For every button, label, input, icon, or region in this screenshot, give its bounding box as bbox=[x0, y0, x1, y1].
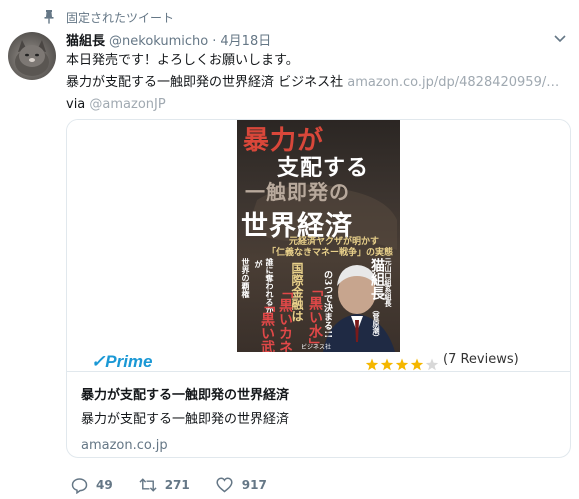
card-title[interactable]: 暴力が支配する一触即発の世界経済 bbox=[81, 384, 556, 403]
reply-count: 49 bbox=[96, 478, 113, 492]
tweet-actions: 49 271 917 bbox=[70, 476, 293, 494]
tweet-book-title: 暴力が支配する一触即発の世界経済 ビジネス社 bbox=[66, 75, 348, 90]
card-description: 暴力が支配する一触即発の世界経済 bbox=[81, 412, 290, 427]
header-separator: · bbox=[212, 34, 217, 49]
pin-icon bbox=[42, 9, 56, 25]
star-icon bbox=[425, 358, 439, 371]
card-domain: amazon.co.jp bbox=[81, 438, 168, 453]
tweet-line-1: 本日発売です！よろしくお願いします。 bbox=[66, 53, 299, 68]
tweet-date[interactable]: 4月18日 bbox=[220, 30, 271, 49]
like-button[interactable]: 917 bbox=[216, 476, 267, 494]
cover-publisher: ビジネス社 bbox=[301, 344, 332, 351]
book-cover: 暴力が 支配する 一触即発の 世界経済 元経済ヤクザが明かす 「仁義なきマネー戦… bbox=[237, 120, 400, 352]
star-icon bbox=[395, 358, 409, 371]
card-image[interactable]: 暴力が 支配する 一触即発の 世界経済 元経済ヤクザが明かす 「仁義なきマネー戦… bbox=[67, 120, 570, 372]
reply-button[interactable]: 49 bbox=[70, 476, 113, 494]
tweet-text: 本日発売です！よろしくお願いします。 暴力が支配する一触即発の世界経済 ビジネス… bbox=[66, 50, 571, 116]
via-mention-link[interactable]: @amazonJP bbox=[89, 97, 165, 112]
review-count: (7 Reviews) bbox=[443, 352, 519, 367]
cover-title-line-3: 一触即発の bbox=[245, 180, 350, 204]
like-icon bbox=[216, 476, 234, 494]
star-rating bbox=[365, 358, 439, 371]
link-card[interactable]: 暴力が 支配する 一触即発の 世界経済 元経済ヤクザが明かす 「仁義なきマネー戦… bbox=[66, 119, 571, 458]
cover-author-reading: （菅原潮） bbox=[372, 306, 381, 341]
reply-icon bbox=[70, 476, 88, 494]
tweet-header: 猫組長 @nekokumicho · 4月18日 bbox=[66, 30, 271, 49]
star-icon bbox=[380, 358, 394, 371]
retweet-count: 271 bbox=[164, 478, 190, 492]
cover-tag-5: の3つで決まる!! bbox=[322, 270, 332, 339]
like-count: 917 bbox=[241, 478, 267, 492]
retweet-icon bbox=[139, 476, 157, 494]
cover-side-text-2: が bbox=[254, 260, 264, 268]
star-icon bbox=[365, 358, 379, 371]
retweet-button[interactable]: 271 bbox=[139, 476, 190, 494]
avatar[interactable] bbox=[8, 32, 56, 80]
author-name[interactable]: 猫組長 bbox=[66, 30, 105, 49]
cover-author-name: 猫組長 bbox=[369, 258, 385, 300]
cover-tag-2: 「黒い武器」 bbox=[259, 298, 275, 352]
tweet-line-3: via @amazonJP bbox=[66, 94, 571, 116]
prime-logo: ✓Prime bbox=[91, 352, 153, 371]
cover-side-text: 世界の覇権 bbox=[241, 258, 251, 298]
amazon-link[interactable]: amazon.co.jp/dp/4828420959/… bbox=[347, 75, 559, 90]
cover-subtitle-2: 「仁義なきマネー戦争」の実態 bbox=[267, 248, 394, 258]
cover-tag-3: 「黒いカネ」 bbox=[277, 284, 293, 352]
card-info[interactable]: 暴力が支配する一触即発の世界経済 暴力が支配する一触即発の世界経済 amazon… bbox=[67, 372, 570, 453]
star-icon bbox=[410, 358, 424, 371]
tweet-line-2: 暴力が支配する一触即発の世界経済 ビジネス社 amazon.co.jp/dp/4… bbox=[66, 72, 571, 94]
chevron-down-icon[interactable] bbox=[551, 30, 569, 48]
author-handle[interactable]: @nekokumicho bbox=[109, 34, 208, 49]
via-prefix: via bbox=[66, 97, 90, 112]
pinned-tweet-indicator: 固定されたツイート bbox=[42, 8, 174, 26]
pinned-label: 固定されたツイート bbox=[66, 10, 175, 25]
